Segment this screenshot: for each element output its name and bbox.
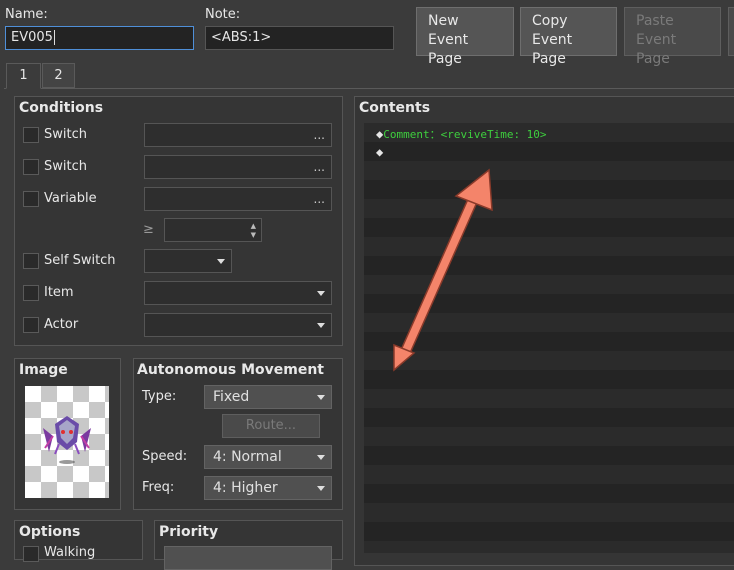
switch1-checkbox[interactable] [23, 127, 39, 143]
note-label: Note: [205, 7, 241, 22]
variable-value-stepper[interactable]: ▲ ▼ [164, 218, 262, 242]
name-input[interactable]: EV005 [5, 26, 194, 50]
movement-freq-label: Freq: [142, 480, 175, 495]
variable-field[interactable]: ... [144, 187, 332, 211]
switch1-field[interactable]: ... [144, 123, 332, 147]
movement-speed-value: 4: Normal [213, 449, 282, 465]
variable-checkbox[interactable] [23, 191, 39, 207]
annotation-arrow-icon [393, 168, 493, 372]
tab-page-1[interactable]: 1 [6, 63, 41, 89]
comment-text: Comment：<reviveTime: 10> [383, 128, 547, 141]
copy-event-page-button[interactable]: Copy Event Page [520, 7, 617, 67]
self-switch-label: Self Switch [44, 253, 116, 268]
new-event-page-button[interactable]: New Event Page [416, 7, 514, 67]
monster-sprite-icon [43, 416, 91, 464]
options-title: Options [19, 524, 81, 540]
actor-dropdown[interactable] [144, 313, 332, 337]
item-label: Item [44, 285, 74, 300]
movement-freq-dropdown[interactable]: 4: Higher [204, 476, 332, 500]
contents-title: Contents [359, 100, 431, 116]
conditions-title: Conditions [19, 100, 104, 116]
tab-page-2[interactable]: 2 [42, 63, 75, 88]
image-title: Image [19, 362, 68, 378]
tab-divider [4, 88, 734, 89]
movement-type-label: Type: [142, 389, 177, 404]
switch1-more-icon[interactable]: ... [314, 124, 325, 146]
item-chevron-icon [317, 291, 325, 296]
stepper-up-icon[interactable]: ▲ [251, 222, 256, 230]
clear-event-page-button[interactable] [728, 7, 734, 56]
contents-line-comment[interactable]: ◆Comment：<reviveTime: 10> [376, 126, 547, 142]
actor-checkbox[interactable] [23, 317, 39, 333]
contents-line-empty[interactable]: ◆ [376, 145, 383, 159]
switch2-label: Switch [44, 159, 87, 174]
note-input-value: <ABS:1> [211, 30, 272, 45]
variable-more-icon[interactable]: ... [314, 188, 325, 210]
movement-title: Autonomous Movement [137, 362, 324, 378]
movement-freq-value: 4: Higher [213, 480, 278, 496]
movement-type-chevron-icon [317, 395, 325, 400]
paste-event-page-button[interactable]: Paste Event Page [624, 7, 721, 67]
movement-speed-chevron-icon [317, 455, 325, 460]
stepper-down-icon[interactable]: ▼ [251, 231, 256, 239]
switch1-label: Switch [44, 127, 87, 142]
walking-checkbox[interactable] [23, 546, 39, 562]
gte-symbol: ≥ [143, 222, 154, 237]
route-button[interactable]: Route... [222, 414, 320, 438]
movement-type-dropdown[interactable]: Fixed [204, 385, 332, 409]
actor-label: Actor [44, 317, 79, 332]
name-input-value: EV005 [11, 30, 53, 45]
priority-title: Priority [159, 524, 219, 540]
note-input[interactable]: <ABS:1> [205, 26, 394, 50]
self-switch-checkbox[interactable] [23, 253, 39, 269]
movement-type-value: Fixed [213, 389, 250, 405]
switch2-field[interactable]: ... [144, 155, 332, 179]
name-label: Name: [5, 7, 48, 22]
item-dropdown[interactable] [144, 281, 332, 305]
variable-label: Variable [44, 191, 97, 206]
movement-speed-label: Speed: [142, 449, 188, 464]
priority-dropdown[interactable] [164, 546, 332, 570]
switch2-checkbox[interactable] [23, 159, 39, 175]
movement-speed-dropdown[interactable]: 4: Normal [204, 445, 332, 469]
command-marker-icon: ◆ [376, 145, 384, 159]
movement-freq-chevron-icon [317, 486, 325, 491]
actor-chevron-icon [317, 323, 325, 328]
switch2-more-icon[interactable]: ... [314, 156, 325, 178]
self-switch-chevron-icon [217, 259, 225, 264]
event-image-preview[interactable] [25, 386, 109, 498]
item-checkbox[interactable] [23, 285, 39, 301]
self-switch-dropdown[interactable] [144, 249, 232, 273]
